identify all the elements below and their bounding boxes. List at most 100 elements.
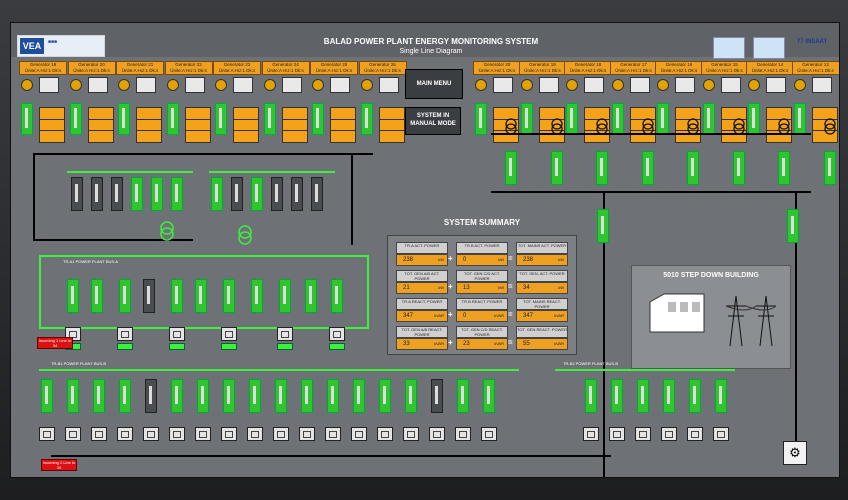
meter-icon[interactable] bbox=[65, 427, 81, 441]
breaker-closed[interactable] bbox=[171, 177, 183, 211]
breaker-closed[interactable] bbox=[505, 151, 517, 185]
generator-left-1[interactable]: Generator 20 Ünite:A Hız:1 Dk:s bbox=[67, 61, 116, 157]
meter-icon[interactable] bbox=[169, 327, 185, 341]
meter-icon[interactable] bbox=[325, 427, 341, 441]
meter-icon[interactable] bbox=[661, 427, 677, 441]
generator-left-0[interactable]: Generator 19 Ünite:A Hız:1 Dk:s bbox=[19, 61, 67, 157]
manual-mode-button[interactable]: SYSTEM IN MANUAL MODE bbox=[405, 107, 461, 135]
generator-left-3[interactable]: Generator 22 Ünite:A Hız:1 Dk:s bbox=[164, 61, 213, 157]
breaker-closed[interactable] bbox=[585, 379, 597, 413]
generator-right-2[interactable]: Generator 18 Ünite:A Hız:1 Dk:s bbox=[564, 61, 612, 157]
breaker-closed[interactable] bbox=[171, 379, 183, 413]
breaker-open[interactable] bbox=[291, 177, 303, 211]
breaker-closed[interactable] bbox=[483, 379, 495, 413]
meter-icon[interactable] bbox=[169, 427, 185, 441]
meter-icon[interactable] bbox=[221, 327, 237, 341]
breaker-closed[interactable] bbox=[67, 379, 79, 413]
breaker-closed[interactable] bbox=[249, 379, 261, 413]
meter-icon[interactable] bbox=[329, 327, 345, 341]
breaker-closed[interactable] bbox=[119, 279, 131, 313]
breaker-open[interactable] bbox=[71, 177, 83, 211]
breaker-open[interactable] bbox=[111, 177, 123, 211]
breaker-closed[interactable] bbox=[689, 379, 701, 413]
breaker-closed[interactable] bbox=[91, 279, 103, 313]
meter-icon[interactable] bbox=[687, 427, 703, 441]
breaker-open[interactable] bbox=[143, 279, 155, 313]
breaker-closed[interactable] bbox=[778, 151, 790, 185]
meter-icon[interactable] bbox=[351, 427, 367, 441]
breaker-closed[interactable] bbox=[641, 151, 654, 185]
generator-left-6[interactable]: Generator 25 Ünite:A Hız:1 Dk:s bbox=[310, 61, 358, 157]
breaker-closed[interactable] bbox=[171, 279, 183, 313]
breaker-closed[interactable] bbox=[550, 151, 563, 185]
breaker-closed[interactable] bbox=[223, 279, 235, 313]
breaker-closed[interactable] bbox=[275, 379, 287, 413]
breaker-closed[interactable] bbox=[197, 379, 209, 413]
breaker-closed[interactable] bbox=[211, 177, 223, 211]
breaker-closed[interactable] bbox=[457, 379, 469, 413]
breaker-closed[interactable] bbox=[596, 151, 608, 185]
generator-breaker[interactable] bbox=[360, 103, 373, 135]
meter-icon[interactable] bbox=[117, 427, 133, 441]
meter-icon[interactable] bbox=[635, 427, 651, 441]
breaker-closed[interactable] bbox=[327, 379, 339, 413]
generator-left-4[interactable]: Generator 23 Ünite:A Hız:1 Dk:s bbox=[213, 61, 261, 157]
breaker-closed[interactable] bbox=[637, 379, 649, 413]
main-menu-button[interactable]: MAIN MENU bbox=[405, 69, 463, 99]
breaker-open[interactable] bbox=[145, 379, 157, 413]
breaker-closed[interactable] bbox=[131, 177, 143, 211]
breaker-closed[interactable] bbox=[405, 379, 417, 413]
meter-icon[interactable] bbox=[91, 427, 107, 441]
breaker-closed[interactable] bbox=[279, 279, 291, 313]
generator-right-6[interactable]: Generator 14 Ünite:A Hız:1 Dk:s bbox=[746, 61, 794, 157]
breaker-closed[interactable] bbox=[93, 379, 105, 413]
breaker-open[interactable] bbox=[311, 177, 323, 211]
breaker-closed[interactable] bbox=[195, 279, 207, 313]
breaker-closed[interactable] bbox=[331, 279, 343, 313]
breaker-closed[interactable] bbox=[251, 177, 263, 211]
generator-breaker[interactable] bbox=[312, 103, 324, 135]
meter-icon[interactable] bbox=[143, 427, 159, 441]
meter-icon[interactable] bbox=[403, 427, 419, 441]
generator-right-1[interactable]: Generator 19 Ünite:A Hız:1 Dk:s bbox=[518, 61, 567, 157]
breaker-closed[interactable] bbox=[715, 379, 727, 413]
meter-icon[interactable] bbox=[117, 327, 133, 341]
generator-breaker[interactable] bbox=[475, 103, 487, 135]
meter-icon[interactable] bbox=[221, 427, 237, 441]
breaker-closed[interactable] bbox=[301, 379, 313, 413]
generator-breaker[interactable] bbox=[21, 103, 33, 135]
generator-breaker[interactable] bbox=[611, 103, 624, 135]
breaker-closed[interactable] bbox=[119, 379, 131, 413]
breaker-closed[interactable] bbox=[687, 151, 699, 185]
breaker-open[interactable] bbox=[231, 177, 243, 211]
generator-breaker[interactable] bbox=[748, 103, 760, 135]
meter-icon[interactable] bbox=[481, 427, 497, 441]
generator-breaker[interactable] bbox=[215, 103, 227, 135]
generator-breaker[interactable] bbox=[118, 103, 130, 135]
generator-right-4[interactable]: Generator 16 Ünite:A Hız:1 Dk:s bbox=[655, 61, 703, 157]
breaker-open[interactable] bbox=[271, 177, 283, 211]
breaker-closed[interactable] bbox=[151, 177, 163, 211]
generator-breaker[interactable] bbox=[793, 103, 806, 135]
breaker-closed[interactable] bbox=[787, 209, 799, 243]
breaker-closed[interactable] bbox=[597, 209, 609, 243]
generator-right-5[interactable]: Generator 15 Ünite:A Hız:1 Dk:s bbox=[700, 61, 749, 157]
meter-icon[interactable] bbox=[429, 427, 445, 441]
generator-breaker[interactable] bbox=[702, 103, 715, 135]
settings-gear-icon[interactable]: ⚙ bbox=[783, 441, 807, 465]
meter-icon[interactable] bbox=[195, 427, 211, 441]
breaker-closed[interactable] bbox=[732, 151, 745, 185]
breaker-open[interactable] bbox=[431, 379, 443, 413]
meter-icon[interactable] bbox=[713, 427, 729, 441]
generator-breaker[interactable] bbox=[69, 103, 82, 135]
generator-breaker[interactable] bbox=[520, 103, 533, 135]
breaker-open[interactable] bbox=[91, 177, 103, 211]
meter-icon[interactable] bbox=[583, 427, 599, 441]
breaker-closed[interactable] bbox=[251, 279, 263, 313]
breaker-closed[interactable] bbox=[67, 279, 79, 313]
breaker-closed[interactable] bbox=[223, 379, 235, 413]
meter-icon[interactable] bbox=[455, 427, 471, 441]
meter-icon[interactable] bbox=[609, 427, 625, 441]
breaker-closed[interactable] bbox=[823, 151, 836, 185]
meter-icon[interactable] bbox=[39, 427, 55, 441]
